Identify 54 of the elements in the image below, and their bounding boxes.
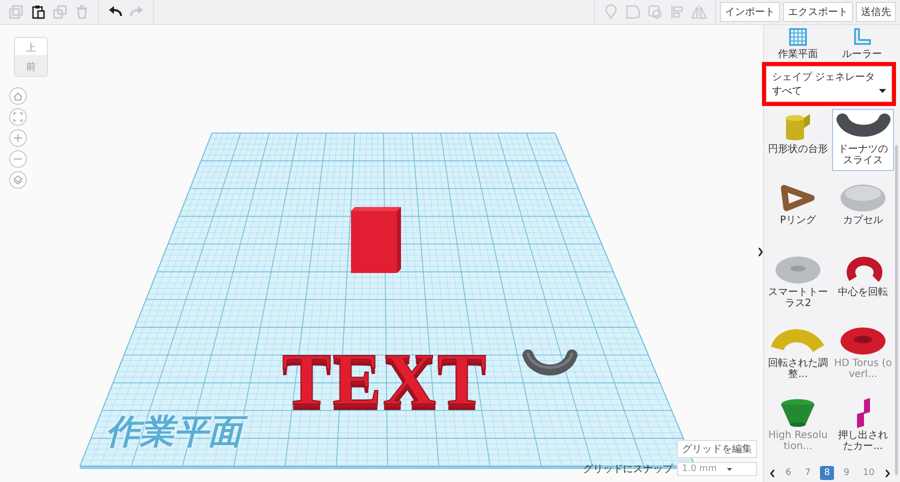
shape-label: 円形状の台形 bbox=[768, 144, 828, 155]
bowl-icon bbox=[780, 398, 816, 428]
shape-tile[interactable]: 円形状の台形 bbox=[766, 109, 830, 171]
toolbar-button[interactable]: 送信先 bbox=[856, 2, 896, 22]
zoom-in-icon[interactable] bbox=[9, 129, 27, 147]
shape-label: ドーナツのスライス bbox=[837, 144, 889, 166]
field-label: シェイプ ジェネレータ bbox=[772, 70, 876, 84]
clipboard-icon[interactable] bbox=[30, 4, 46, 20]
shape-tile[interactable]: カプセル bbox=[832, 180, 894, 242]
shape-tile[interactable]: 押し出されたカー... bbox=[832, 394, 894, 457]
tool-label: 作業平面 bbox=[778, 48, 818, 61]
scrollbar[interactable] bbox=[895, 145, 898, 475]
shape-label: カプセル bbox=[843, 215, 883, 226]
toolbar-button[interactable]: インポート bbox=[720, 2, 780, 22]
caret-icon bbox=[879, 89, 886, 93]
ring-icon bbox=[779, 183, 817, 214]
shape-tile[interactable]: スマートトーラス2 bbox=[766, 252, 830, 314]
shape-label: 押し出されたカー... bbox=[837, 430, 889, 452]
shape-tile[interactable]: 回転された調整... bbox=[766, 323, 830, 386]
shape-label: 中心を回転 bbox=[838, 286, 888, 298]
shape-tile[interactable]: ドーナツのスライス bbox=[832, 109, 894, 171]
cube-face-label: 上 bbox=[26, 42, 36, 54]
edit-grid-button[interactable]: グリッドを編集 bbox=[677, 440, 757, 458]
chevron-right-icon[interactable] bbox=[884, 468, 892, 478]
donut-icon bbox=[839, 326, 887, 356]
caret-icon bbox=[726, 468, 732, 470]
perspective-icon[interactable] bbox=[9, 171, 27, 189]
shape-label: High Resolution... bbox=[768, 430, 828, 452]
page-button[interactable]: 8 bbox=[820, 466, 834, 480]
shape-tile[interactable]: 中心を回転 bbox=[832, 252, 894, 314]
ruler-icon[interactable] bbox=[853, 28, 871, 46]
bracket-icon bbox=[856, 398, 870, 428]
cube-face-label: 前 bbox=[26, 60, 36, 74]
grid-icon[interactable] bbox=[789, 28, 807, 46]
chevron-left-icon[interactable] bbox=[768, 468, 776, 478]
chevron-right-icon[interactable] bbox=[757, 245, 764, 259]
box-shape bbox=[351, 207, 401, 273]
shape-label: HD Torus (overl... bbox=[834, 358, 892, 380]
shape-label: Pリング bbox=[780, 215, 816, 226]
shape-label: スマートトーラス2 bbox=[768, 286, 828, 309]
home-icon[interactable] bbox=[9, 87, 27, 105]
pillow-icon bbox=[839, 183, 887, 214]
zoom-out-icon[interactable] bbox=[9, 150, 27, 168]
fit-view-icon[interactable] bbox=[9, 108, 27, 126]
shape-label: 回転された調整... bbox=[768, 358, 828, 380]
shape-tile[interactable]: Pリング bbox=[766, 180, 830, 242]
snap-label: グリッドにスナップ bbox=[583, 462, 673, 476]
toolbar-button[interactable]: エクスポート bbox=[783, 2, 853, 22]
torus-icon bbox=[774, 254, 822, 285]
cylinder-icon bbox=[784, 112, 812, 142]
scene-text: TEXT bbox=[282, 343, 488, 417]
tool-label: ルーラー bbox=[842, 48, 882, 61]
dropdown-field[interactable]: シェイプ ジェネレータ すべて bbox=[766, 66, 892, 102]
dropdown-value: すべて bbox=[772, 85, 802, 98]
